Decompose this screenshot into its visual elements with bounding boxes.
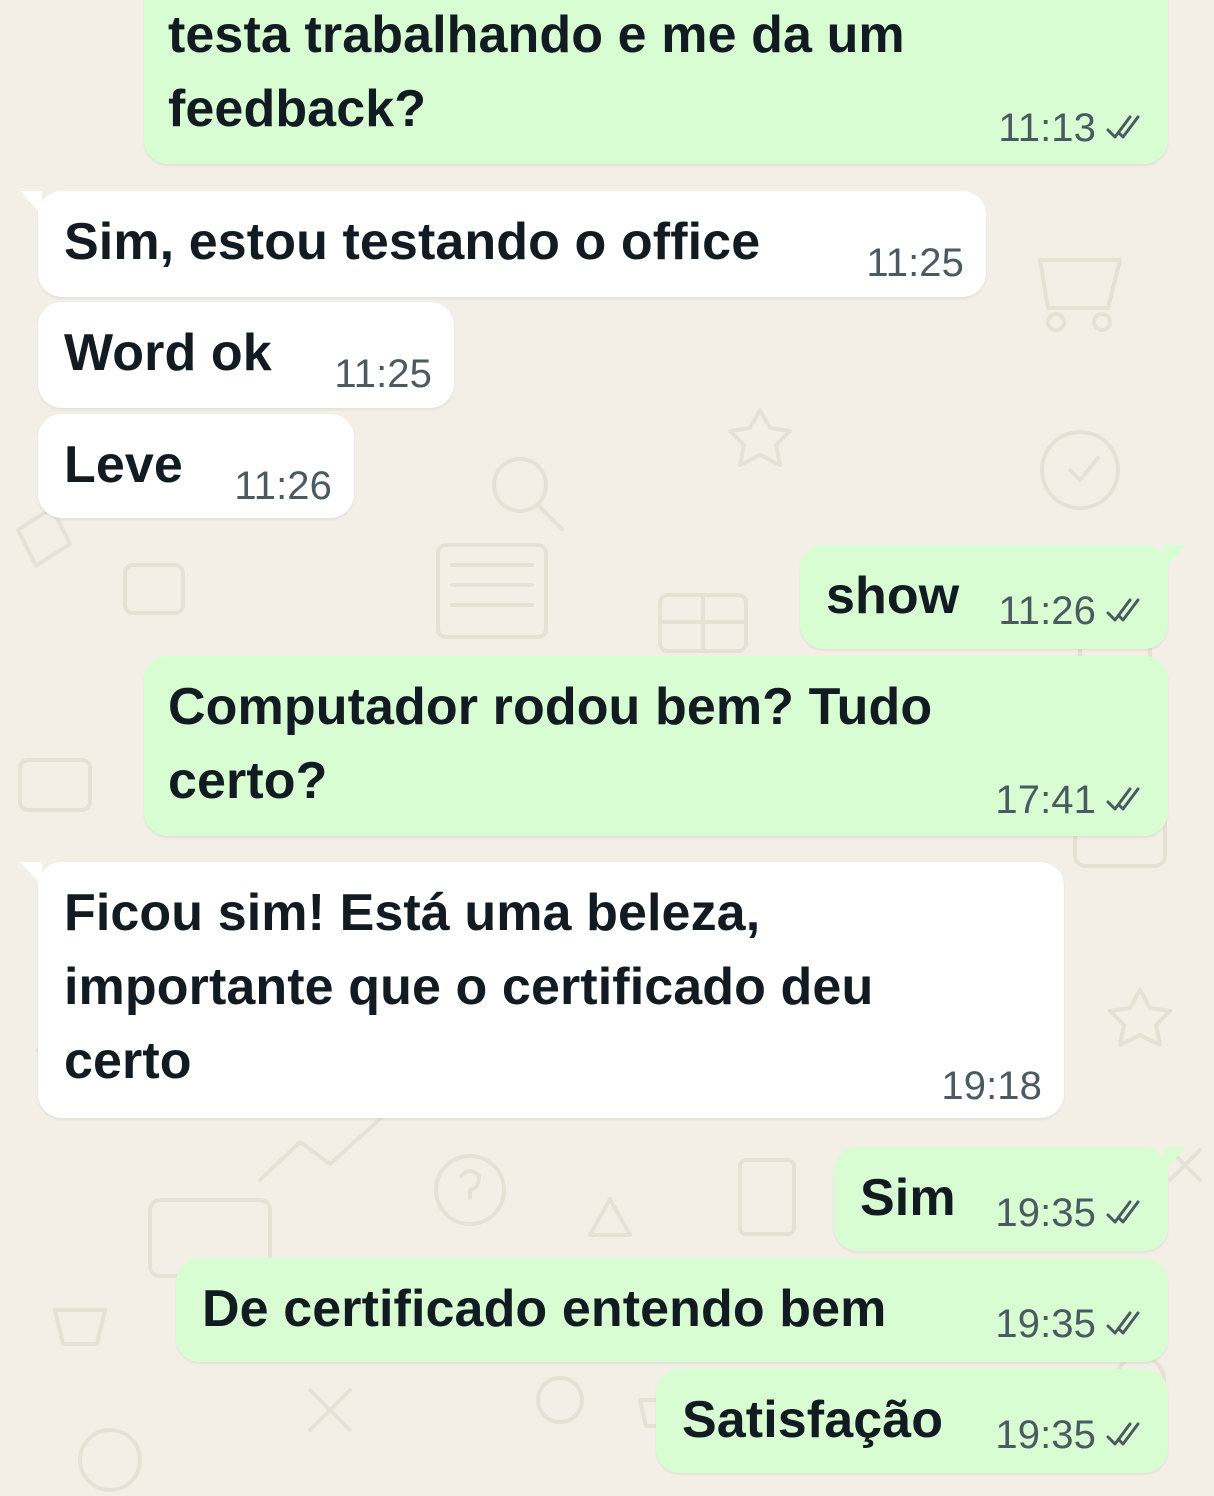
outgoing-message[interactable]: De certificado entendo bem 19:35 [176,1258,1168,1362]
message-text: show [826,567,960,625]
incoming-message[interactable]: Sim, estou testando o office 11:25 [20,191,986,297]
read-check-icon [1106,1200,1146,1226]
message-meta: 11:26 [234,466,332,506]
message-text: Sim, estou testando o office [64,213,761,271]
message-time: 19:18 [941,1064,1042,1108]
read-check-icon [1106,115,1146,141]
read-check-icon [1106,1311,1146,1337]
message-meta: 11:26 [998,591,1146,631]
outgoing-message[interactable]: Computador rodou bem? Tudo certo? 17:41 [144,656,1168,836]
read-check-icon [1106,1422,1146,1448]
message-text: Computador rodou bem? Tudo certo? [168,678,933,810]
read-check-icon [1106,598,1146,624]
message-time: 19:35 [995,1191,1096,1235]
message-text: Sim [860,1169,956,1227]
message-time: 11:26 [998,589,1096,633]
message-meta: 19:35 [995,1193,1146,1233]
message-time: 19:35 [995,1302,1096,1346]
message-time: 11:25 [334,352,432,396]
outgoing-message[interactable]: testa trabalhando e me da um feedback? 1… [144,0,1168,164]
message-text: Word ok [64,324,272,382]
message-time: 11:13 [998,106,1096,150]
message-meta: 17:41 [995,780,1146,820]
message-text: Leve [64,436,183,494]
message-list[interactable]: testa trabalhando e me da um feedback? 1… [0,0,1214,1496]
incoming-message[interactable]: Leve 11:26 [38,414,354,518]
message-text: Ficou sim! Está uma beleza, importante q… [64,884,874,1090]
outgoing-message[interactable]: Satisfação 19:35 [656,1369,1168,1473]
outgoing-message[interactable]: show 11:26 [800,545,1186,649]
message-text: De certificado entendo bem [202,1280,887,1338]
message-time: 17:41 [995,778,1096,822]
incoming-message[interactable]: Word ok 11:25 [38,302,454,408]
message-meta: 11:13 [998,108,1146,148]
message-time: 11:26 [234,464,332,508]
message-meta: 19:35 [995,1304,1146,1344]
message-text: Satisfação [682,1391,944,1449]
message-meta: 11:25 [334,354,432,394]
read-check-icon [1106,787,1146,813]
message-meta: 19:35 [995,1415,1146,1455]
message-text: testa trabalhando e me da um feedback? [168,6,905,138]
message-meta: 11:25 [866,243,964,283]
message-time: 19:35 [995,1413,1096,1457]
incoming-message[interactable]: Ficou sim! Está uma beleza, importante q… [20,862,1064,1118]
message-meta: 19:18 [941,1066,1042,1106]
message-time: 11:25 [866,241,964,285]
outgoing-message[interactable]: Sim 19:35 [834,1147,1186,1251]
